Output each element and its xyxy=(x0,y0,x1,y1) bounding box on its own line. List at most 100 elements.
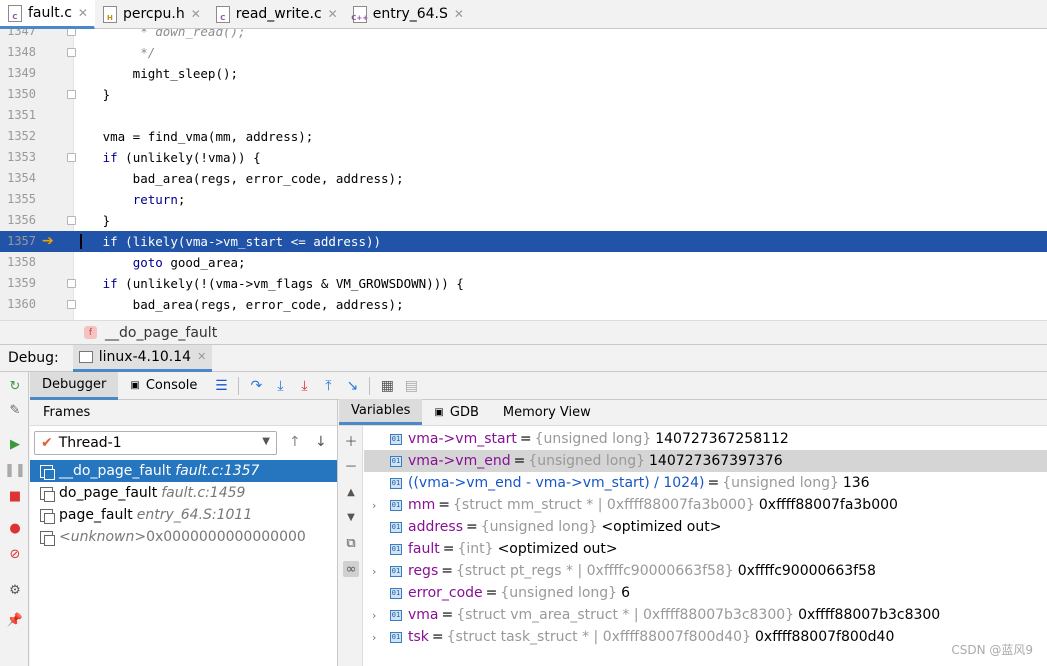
close-icon[interactable]: ✕ xyxy=(328,7,338,21)
view-breakpoints-icon[interactable]: ● xyxy=(7,520,23,536)
file-tab-1[interactable]: Hpercpu.h ✕ xyxy=(95,0,208,28)
code-line[interactable]: 1359 if (unlikely(!(vma->vm_flags & VM_G… xyxy=(0,273,1047,294)
line-number[interactable]: 1351 xyxy=(0,105,36,126)
line-number[interactable]: 1358 xyxy=(0,252,36,273)
menu-icon[interactable]: ☰ xyxy=(210,375,232,397)
variable-row[interactable]: 01 ((vma->vm_end - vma->vm_start) / 1024)… xyxy=(364,472,1047,494)
breadcrumb[interactable]: f __do_page_fault xyxy=(0,320,1047,344)
mute-breakpoints-icon[interactable]: ⊘ xyxy=(7,546,23,562)
move-up-icon[interactable]: ▲ xyxy=(343,484,359,500)
line-number[interactable]: 1350 xyxy=(0,84,36,105)
line-number[interactable]: 1352 xyxy=(0,126,36,147)
line-number[interactable]: 1360 xyxy=(0,294,36,315)
line-number[interactable]: 1359 xyxy=(0,273,36,294)
rerun-icon[interactable]: ↻ xyxy=(7,378,23,394)
remove-watch-icon[interactable]: － xyxy=(343,457,359,475)
fold-marker-icon[interactable] xyxy=(67,216,76,225)
code-editor[interactable]: 1347 * down_read(); 1348 */1349 might_sle… xyxy=(0,29,1047,320)
variable-row[interactable]: 01 fault = {int} <optimized out> xyxy=(364,538,1047,560)
line-number[interactable]: 1356 xyxy=(0,210,36,231)
code-line[interactable]: 1348 */ xyxy=(0,42,1047,63)
glasses-icon[interactable]: ∞ xyxy=(343,561,359,577)
fold-marker-icon[interactable] xyxy=(67,279,76,288)
line-number[interactable]: 1348 xyxy=(0,42,36,63)
line-number[interactable]: 1355 xyxy=(0,189,36,210)
current-execution-line[interactable]: 1357 ➔ if (likely(vma->vm_start <= addres… xyxy=(0,231,1047,252)
line-number[interactable]: 1354 xyxy=(0,168,36,189)
expand-arrow-icon[interactable]: › xyxy=(372,631,384,644)
wrench-icon[interactable]: ✎ xyxy=(7,402,23,418)
variable-row[interactable]: › 01 vma = {struct vm_area_struct * | 0xffff… xyxy=(364,604,1047,626)
resume-icon[interactable]: ▶ xyxy=(7,436,23,452)
evaluate-icon[interactable]: ▦ xyxy=(376,375,398,397)
debug-session-tab[interactable]: linux-4.10.14 ✕ xyxy=(72,344,213,372)
variable-row[interactable]: › 01 regs = {struct pt_regs * | 0xffffc90000… xyxy=(364,560,1047,582)
variable-row[interactable]: 01 vma->vm_start = {unsigned long} 140727367… xyxy=(364,428,1047,450)
tab-console-label: Console xyxy=(145,378,198,393)
settings-gear-icon[interactable]: ⚙ xyxy=(7,582,23,598)
fold-marker-icon[interactable] xyxy=(67,48,76,57)
thread-select[interactable]: ✔ Thread-1 ▼ xyxy=(34,431,277,455)
code-line[interactable]: 1360 bad_area(regs, error_code, address)… xyxy=(0,294,1047,315)
tab-console[interactable]: ▣ Console xyxy=(118,372,209,400)
file-tab-0[interactable]: Cfault.c ✕ xyxy=(0,0,95,29)
stop-icon[interactable]: ■ xyxy=(7,488,23,504)
fold-marker-icon[interactable] xyxy=(67,90,76,99)
code-line[interactable]: 1353 if (unlikely(!vma)) { xyxy=(0,147,1047,168)
code-line[interactable]: 1347 * down_read(); xyxy=(0,29,1047,42)
step-into-icon[interactable]: ⤓ xyxy=(269,375,291,397)
run-to-cursor-icon[interactable]: ↘ xyxy=(341,375,363,397)
fold-marker-icon[interactable] xyxy=(67,300,76,309)
step-over-icon[interactable]: ↷ xyxy=(245,375,267,397)
variable-row[interactable]: 01 error_code = {unsigned long} 6 xyxy=(364,582,1047,604)
variable-row[interactable]: 01 address = {unsigned long} <optimized out> xyxy=(364,516,1047,538)
expand-arrow-icon[interactable]: › xyxy=(372,609,384,622)
frame-item[interactable]: page_fault entry_64.S:1011 xyxy=(30,504,337,526)
tab-gdb[interactable]: ▣ GDB xyxy=(422,399,490,425)
code-line[interactable]: 1358 goto good_area; xyxy=(0,252,1047,273)
code-line[interactable]: 1354 bad_area(regs, error_code, address)… xyxy=(0,168,1047,189)
breadcrumb-function[interactable]: __do_page_fault xyxy=(105,325,217,341)
tab-variables[interactable]: Variables xyxy=(339,399,423,425)
variable-name: fault xyxy=(408,541,440,557)
code-line[interactable]: 1356 } xyxy=(0,210,1047,231)
code-line[interactable]: 1349 might_sleep(); xyxy=(0,63,1047,84)
add-watch-icon[interactable]: ＋ xyxy=(343,432,359,450)
line-number[interactable]: 1347 xyxy=(0,29,36,42)
code-line[interactable]: 1351 xyxy=(0,105,1047,126)
arrow-up-icon[interactable]: ↑ xyxy=(289,434,301,450)
step-out-icon[interactable]: ⤒ xyxy=(317,375,339,397)
force-step-into-icon[interactable]: ⤓ xyxy=(293,375,315,397)
fold-marker-icon[interactable] xyxy=(67,153,76,162)
copy-icon[interactable]: ⧉ xyxy=(343,535,359,551)
frame-item[interactable]: __do_page_fault fault.c:1357 xyxy=(30,460,337,482)
line-number[interactable]: 1349 xyxy=(0,63,36,84)
pin-icon[interactable]: 📌 xyxy=(7,612,23,628)
fold-marker-icon[interactable] xyxy=(67,29,76,36)
move-down-icon[interactable]: ▼ xyxy=(343,509,359,525)
frame-item[interactable]: <unknown> 0x0000000000000000 xyxy=(30,526,337,548)
close-icon[interactable]: ✕ xyxy=(78,6,88,20)
frame-item[interactable]: do_page_fault fault.c:1459 xyxy=(30,482,337,504)
tab-debugger[interactable]: Debugger xyxy=(30,371,119,400)
code-line[interactable]: 1355 return; xyxy=(0,189,1047,210)
file-tab-2[interactable]: Cread_write.c ✕ xyxy=(208,0,345,28)
pause-icon[interactable]: ❚❚ xyxy=(4,462,26,478)
variable-row[interactable]: › 01 mm = {struct mm_struct * | 0xffff88007f… xyxy=(364,494,1047,516)
variable-row[interactable]: 01 vma->vm_end = {unsigned long} 14072736739… xyxy=(364,450,1047,472)
table-icon[interactable]: ▤ xyxy=(400,375,422,397)
line-number[interactable]: 1353 xyxy=(0,147,36,168)
expand-arrow-icon[interactable]: › xyxy=(372,565,384,578)
close-icon[interactable]: ✕ xyxy=(191,7,201,21)
variable-name: vma->vm_end xyxy=(408,453,511,469)
expand-arrow-icon[interactable]: › xyxy=(372,499,384,512)
variable-row[interactable]: › 01 tsk = {struct task_struct * | 0xffff880… xyxy=(364,626,1047,648)
arrow-down-icon[interactable]: ↓ xyxy=(315,434,327,450)
file-tab-3[interactable]: C++ entry_64.S ✕ xyxy=(345,0,471,28)
tab-memory-view[interactable]: Memory View xyxy=(491,399,603,425)
close-icon[interactable]: ✕ xyxy=(454,7,464,21)
line-number[interactable]: 1357 xyxy=(0,231,36,252)
code-line[interactable]: 1352 vma = find_vma(mm, address); xyxy=(0,126,1047,147)
close-icon[interactable]: ✕ xyxy=(197,350,206,363)
code-line[interactable]: 1350 } xyxy=(0,84,1047,105)
